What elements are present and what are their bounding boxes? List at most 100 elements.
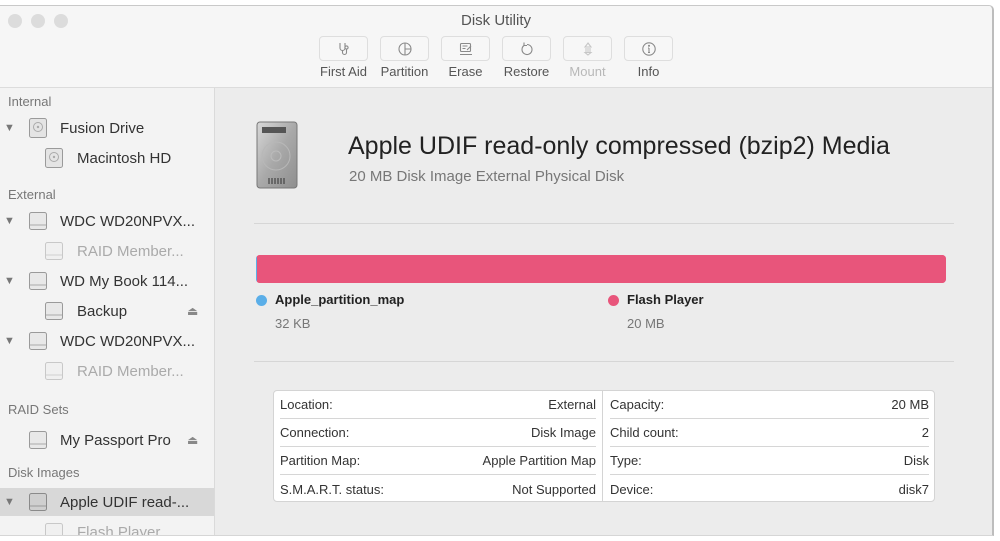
section-header-external: External [8, 187, 56, 202]
stethoscope-icon [338, 42, 349, 55]
sidebar-item-macintosh-hd[interactable]: Macintosh HD [0, 144, 214, 172]
sidebar-item-label: RAID Member... [77, 362, 184, 380]
sidebar-item-label: WD My Book 114... [60, 272, 189, 290]
info-row-device: Device: disk7 [610, 475, 929, 503]
mount-label: Mount [569, 64, 606, 79]
info-label: Type: [610, 453, 642, 468]
partition-color-dot [256, 295, 267, 306]
sidebar-item-fusion-drive[interactable]: ▼ Fusion Drive [0, 114, 214, 142]
erase-label: Erase [448, 64, 483, 79]
info-icon [641, 41, 656, 56]
divider [254, 223, 954, 224]
restore-button[interactable]: Restore [496, 36, 557, 79]
toolbar: First Aid Partition Erase Restore Mount … [313, 36, 679, 79]
info-value: Disk [903, 453, 929, 468]
info-row-partition-map: Partition Map: Apple Partition Map [280, 447, 596, 475]
disclosure-triangle-icon[interactable]: ▼ [4, 215, 15, 227]
first-aid-button[interactable]: First Aid [313, 36, 374, 79]
info-column-left: Location: External Connection: Disk Imag… [274, 391, 603, 501]
external-volume-icon [45, 302, 63, 320]
sidebar-item-raid-member-1[interactable]: RAID Member... [0, 237, 214, 265]
info-value: Apple Partition Map [482, 453, 596, 468]
sidebar-item-label: RAID Member... [77, 242, 184, 260]
section-header-raid-sets: RAID Sets [8, 402, 69, 417]
disclosure-triangle-icon[interactable]: ▼ [4, 275, 15, 287]
window-title: Disk Utility [461, 12, 531, 29]
partition-size: 20 MB [627, 316, 665, 331]
sidebar-item-label: WDC WD20NPVX... [60, 212, 196, 230]
sidebar-item-label: Apple UDIF read-... [60, 493, 190, 511]
disk-utility-window: Disk Utility First Aid Partition Erase R… [0, 5, 994, 536]
info-row-child-count: Child count: 2 [610, 419, 929, 447]
disclosure-triangle-icon[interactable]: ▼ [4, 335, 15, 347]
partition-button[interactable]: Partition [374, 36, 435, 79]
media-title: Apple UDIF read-only compressed (bzip2) … [348, 132, 890, 160]
sidebar-item-label: Fusion Drive [60, 119, 145, 137]
partition-pie-icon [397, 41, 412, 56]
info-value: 20 MB [891, 397, 929, 412]
section-header-internal: Internal [8, 94, 52, 109]
external-volume-icon [45, 362, 63, 380]
sidebar-item-my-passport-pro[interactable]: My Passport Pro ⏏ [0, 426, 214, 454]
external-disk-icon [29, 272, 47, 290]
sidebar-item-label: My Passport Pro [60, 431, 171, 449]
sidebar-item-wd-my-book[interactable]: ▼ WD My Book 114... [0, 267, 214, 295]
info-button[interactable]: Info [618, 36, 679, 79]
media-subtitle: 20 MB Disk Image External Physical Disk [349, 168, 625, 185]
sidebar-item-label: Flash Player [77, 523, 161, 536]
erase-icon [459, 42, 472, 55]
sidebar-item-wdc-wd20npvx-2[interactable]: ▼ WDC WD20NPVX... [0, 327, 214, 355]
disk-image-volume-icon [45, 523, 63, 535]
info-label: Info [637, 64, 660, 79]
sidebar-item-label: Macintosh HD [77, 149, 172, 167]
eject-icon[interactable]: ⏏ [187, 304, 198, 318]
erase-button[interactable]: Erase [435, 36, 496, 79]
detail-pane: Apple UDIF read-only compressed (bzip2) … [216, 88, 992, 535]
info-label: Device: [610, 481, 654, 497]
external-disk-icon [29, 212, 47, 230]
restore-arrow-icon [520, 42, 532, 55]
partition-size: 32 KB [275, 316, 311, 331]
info-value: disk7 [898, 481, 929, 497]
disk-info-table: Location: External Connection: Disk Imag… [273, 390, 935, 502]
info-row-smart-status: S.M.A.R.T. status: Not Supported [280, 475, 596, 503]
section-header-disk-images: Disk Images [8, 465, 80, 480]
sidebar-item-backup[interactable]: Backup ⏏ [0, 297, 214, 325]
sidebar-item-wdc-wd20npvx-1[interactable]: ▼ WDC WD20NPVX... [0, 207, 214, 235]
disclosure-triangle-icon[interactable]: ▼ [4, 496, 15, 508]
restore-label: Restore [503, 64, 550, 79]
partition-name: Apple_partition_map [275, 292, 405, 307]
internal-volume-icon [45, 148, 63, 168]
sidebar: Internal ▼ Fusion Drive Macintosh HD Ext… [0, 88, 215, 536]
info-row-type: Type: Disk [610, 447, 929, 475]
sidebar-item-raid-member-2[interactable]: RAID Member... [0, 357, 214, 385]
title-bar: Disk Utility First Aid Partition Erase R… [0, 6, 992, 88]
info-row-capacity: Capacity: 20 MB [610, 391, 929, 419]
eject-icon[interactable]: ⏏ [187, 433, 198, 447]
info-row-location: Location: External [280, 391, 596, 419]
info-label: Capacity: [610, 397, 665, 412]
sidebar-item-label: WDC WD20NPVX... [60, 332, 196, 350]
partition-usage-bar [256, 255, 946, 283]
divider [254, 361, 954, 362]
info-row-connection: Connection: Disk Image [280, 419, 596, 447]
info-label: Connection: [280, 425, 350, 440]
external-volume-icon [45, 242, 63, 260]
disk-image-icon [29, 493, 47, 511]
partition-name: Flash Player [627, 292, 704, 307]
sidebar-item-flash-player[interactable]: Flash Player [0, 518, 214, 536]
first-aid-label: First Aid [320, 64, 367, 79]
info-label: Child count: [610, 425, 679, 440]
info-label: Partition Map: [280, 453, 361, 468]
raid-set-icon [29, 431, 47, 449]
info-value: Disk Image [530, 425, 596, 440]
info-label: S.M.A.R.T. status: [280, 481, 385, 497]
hard-drive-icon [256, 121, 298, 189]
sidebar-item-apple-udif[interactable]: ▼ Apple UDIF read-... [0, 488, 214, 516]
info-label: Location: [280, 397, 333, 412]
disclosure-triangle-icon[interactable]: ▼ [4, 122, 15, 134]
mount-button[interactable]: Mount [557, 36, 618, 79]
sidebar-item-label: Backup [77, 302, 128, 320]
external-disk-icon [29, 332, 47, 350]
mount-icon [582, 41, 593, 56]
